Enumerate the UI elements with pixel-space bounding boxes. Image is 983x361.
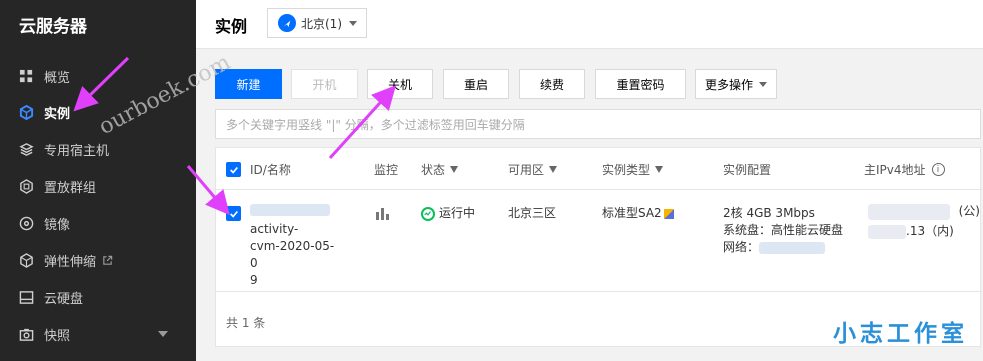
config-line: 网络： [723, 240, 760, 254]
region-label: 北京(1) [301, 16, 342, 31]
search-placeholder: 多个关键字用竖线 "|" 分隔，多个过滤标签用回车键分隔 [226, 117, 525, 132]
disk-icon [18, 290, 34, 306]
external-link-icon [102, 255, 113, 266]
column-zone-label: 可用区 [508, 163, 545, 177]
table-row[interactable]: activity- cvm-2020-05-0 9 运行中 北京三区 标准型SA… [216, 190, 982, 292]
reset-password-button[interactable]: 重置密码 [595, 69, 686, 99]
private-ip-text: .13（内) [906, 224, 954, 238]
filter-icon[interactable] [450, 166, 459, 173]
sidebar-item-images[interactable]: 镜像 [0, 205, 196, 242]
region-select[interactable]: 北京(1) [267, 8, 367, 38]
sidebar: 云服务器 概览 实例 专用宿主机 置放群组 镜像 弹性伸缩 云硬盘 快照 [0, 0, 196, 361]
sidebar-item-label: 云硬盘 [44, 292, 84, 307]
monitor-cell[interactable] [376, 208, 389, 225]
location-icon [278, 14, 296, 32]
config-line: 系统盘：高性能云硬盘 [723, 223, 844, 237]
column-type[interactable]: 实例类型 [602, 161, 664, 178]
cube-icon [18, 105, 34, 121]
sidebar-item-label: 弹性伸缩 [44, 255, 97, 270]
page-header: 实例 北京(1) [196, 0, 983, 49]
sidebar-item-label: 概览 [44, 71, 71, 86]
grid-icon [18, 69, 34, 85]
ip-cell: (公) .13（内) [868, 203, 980, 240]
column-zone[interactable]: 可用区 [508, 161, 558, 178]
zone-cell: 北京三区 [508, 206, 557, 220]
sidebar-item-label: 镜像 [44, 218, 71, 233]
public-ip-suffix: (公) [958, 204, 980, 218]
sidebar-item-label: 实例 [44, 107, 71, 122]
layers-icon [18, 142, 34, 158]
bar-chart-icon[interactable] [376, 208, 389, 220]
more-actions-label: 更多操作 [704, 77, 753, 92]
config-line: 2核 4GB 3Mbps [723, 206, 815, 220]
running-icon [421, 206, 435, 221]
sidebar-title: 云服务器 [19, 17, 87, 37]
column-ip-label: 主IPv4地址 [864, 163, 926, 177]
sidebar-item-label: 专用宿主机 [44, 144, 110, 159]
start-button[interactable]: 开机 [291, 69, 358, 99]
instance-name-line: activity- [250, 222, 299, 236]
sidebar-item-label: 快照 [44, 329, 71, 344]
badge-icon [663, 208, 674, 219]
instance-name-line: 9 [250, 273, 258, 287]
redacted-id [250, 204, 330, 216]
column-status-label: 状态 [421, 163, 446, 177]
more-actions-dropdown[interactable]: 更多操作 [695, 69, 777, 99]
check-icon [229, 210, 238, 218]
table-header: ID/名称 监控 状态 可用区 实例类型 实例配置 主IPv4地址 i [216, 148, 982, 190]
column-type-label: 实例类型 [602, 163, 651, 177]
redacted-private-ip [868, 224, 906, 239]
renew-button[interactable]: 续费 [519, 69, 585, 99]
type-text: 标准型SA2 [602, 206, 662, 220]
restart-button[interactable]: 重启 [443, 69, 509, 99]
shutdown-button[interactable]: 关机 [367, 69, 433, 99]
filter-icon[interactable] [549, 166, 558, 173]
column-id: ID/名称 [250, 163, 291, 177]
box-icon [18, 253, 34, 269]
sidebar-item-auto-scaling[interactable]: 弹性伸缩 [0, 242, 196, 279]
instance-name-cell[interactable]: activity- cvm-2020-05-0 9 [250, 204, 340, 289]
sidebar-item-label: 置放群组 [44, 181, 97, 196]
column-ip: 主IPv4地址 i [864, 161, 945, 178]
row-checkbox[interactable] [226, 206, 241, 221]
column-config: 实例配置 [723, 163, 772, 177]
chevron-down-icon [759, 81, 767, 87]
sidebar-item-snapshot[interactable]: 快照 [0, 316, 196, 353]
redacted-public-ip [868, 203, 950, 220]
select-all-checkbox[interactable] [226, 162, 241, 177]
total-count: 共 1 条 [226, 316, 266, 330]
config-cell: 2核 4GB 3Mbps 系统盘：高性能云硬盘 网络： [723, 205, 863, 256]
sidebar-item-dedicated-host[interactable]: 专用宿主机 [0, 131, 196, 168]
brand-watermark: 小志工作室 [833, 321, 968, 347]
info-icon[interactable]: i [931, 163, 945, 176]
chevron-down-icon [349, 21, 357, 26]
chevron-down-icon[interactable] [158, 331, 168, 337]
status-cell: 运行中 [421, 205, 475, 222]
instance-name-line: cvm-2020-05-0 [250, 239, 335, 270]
redacted-network [759, 241, 826, 254]
column-status[interactable]: 状态 [421, 161, 459, 178]
disc-icon [18, 216, 34, 232]
type-cell: 标准型SA2 [602, 205, 674, 222]
sidebar-item-placement-group[interactable]: 置放群组 [0, 168, 196, 205]
camera-icon [18, 327, 34, 343]
status-text: 运行中 [439, 206, 476, 220]
page-title: 实例 [215, 17, 248, 36]
filter-icon[interactable] [655, 166, 664, 173]
column-monitor: 监控 [374, 163, 399, 177]
search-input[interactable]: 多个关键字用竖线 "|" 分隔，多个过滤标签用回车键分隔 [215, 109, 981, 139]
check-icon [229, 166, 238, 174]
hexagon-icon [18, 179, 34, 195]
sidebar-item-cloud-disk[interactable]: 云硬盘 [0, 279, 196, 316]
